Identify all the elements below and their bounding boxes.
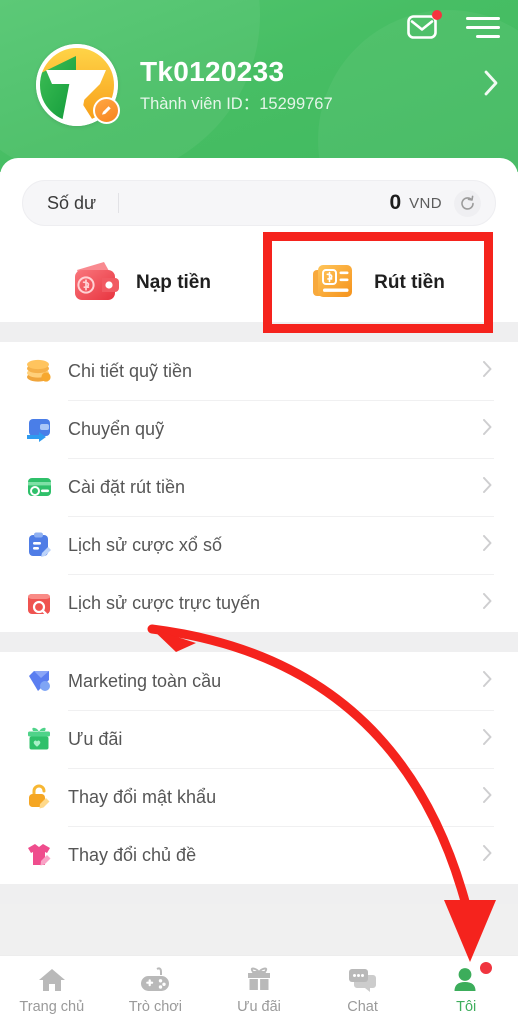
menu-item-promotions[interactable]: Ưu đãi: [24, 710, 494, 768]
menu-item-label: Cài đặt rút tiền: [68, 476, 186, 497]
app-root: Tk0120233 Thành viên ID：15299767 Số dư 0…: [0, 0, 518, 1024]
balance-currency: VND: [409, 194, 442, 212]
menu-item-lottery-history[interactable]: Lịch sử cược xổ số: [24, 516, 494, 574]
header-icon-group: [406, 10, 500, 42]
chevron-right-icon: [481, 532, 494, 559]
balance-label: Số dư: [47, 192, 97, 213]
nav-item-home[interactable]: Trang chủ: [0, 963, 104, 1015]
mail-icon[interactable]: [406, 10, 442, 42]
diamond-icon: [24, 666, 54, 696]
bank-card-icon: [24, 472, 54, 502]
profile-row[interactable]: Tk0120233 Thành viên ID：15299767: [0, 44, 518, 126]
withdraw-label: Rút tiền: [374, 272, 445, 293]
profile-text: Tk0120233 Thành viên ID：15299767: [140, 56, 476, 115]
avatar[interactable]: [36, 44, 120, 126]
edit-pencil-icon[interactable]: [93, 97, 120, 124]
nav-item-promotions[interactable]: Ưu đãi: [207, 963, 311, 1015]
chevron-right-icon: [481, 784, 494, 811]
menu-item-withdraw-settings[interactable]: Cài đặt rút tiền: [24, 458, 494, 516]
member-id-label: Thành viên ID：: [140, 94, 260, 113]
quick-actions: Nạp tiền Rút tiền: [22, 244, 496, 322]
balance-pill: Số dư 0 VND: [22, 180, 496, 226]
home-icon: [37, 963, 67, 996]
menu-item-label: Marketing toàn cầu: [68, 670, 222, 691]
menu-item-change-password[interactable]: Thay đổi mật khẩu: [24, 768, 494, 826]
gift-icon: [24, 724, 54, 754]
coins-icon: [24, 356, 54, 386]
menu-item-label: Ưu đãi: [68, 728, 123, 749]
theme-shirt-icon: [24, 840, 54, 870]
nav-label: Trò chơi: [128, 999, 183, 1015]
menu-item-label: Lịch sử cược trực tuyến: [68, 592, 261, 613]
section-gap-3: [0, 884, 518, 904]
mail-unread-badge: [432, 10, 442, 20]
chevron-right-icon: [481, 590, 494, 617]
wallet-transfer-icon: [24, 414, 54, 444]
menu-item-online-bet-history[interactable]: Lịch sử cược trực tuyến: [24, 574, 494, 632]
menu-item-label: Chi tiết quỹ tiền: [68, 360, 193, 381]
gamepad-icon: [139, 963, 171, 996]
balance-amount: 0: [389, 191, 402, 214]
nav-item-chat[interactable]: Chat: [311, 963, 415, 1015]
nav-label: Chat: [347, 999, 378, 1015]
menu-item-fund-details[interactable]: Chi tiết quỹ tiền: [24, 342, 494, 400]
person-icon: [452, 962, 493, 996]
nav-label: Ưu đãi: [237, 999, 281, 1015]
section-gap-1: [0, 322, 518, 342]
menu-item-change-theme[interactable]: Thay đổi chủ đề: [24, 826, 494, 884]
menu-item-label: Thay đổi chủ đề: [68, 844, 197, 865]
nav-badge-me: [480, 962, 493, 974]
header: Tk0120233 Thành viên ID：15299767: [0, 0, 518, 172]
menu-section-1: Chi tiết quỹ tiền Chuyển quỹ Cài đặt rút…: [0, 342, 518, 632]
withdraw-invoice-icon: [310, 258, 358, 309]
deposit-button[interactable]: Nạp tiền: [22, 244, 259, 322]
member-id-value: 15299767: [259, 94, 333, 113]
chevron-right-icon: [481, 474, 494, 501]
lottery-clipboard-icon: [24, 530, 54, 560]
gift-icon: [245, 963, 273, 996]
menu-item-global-marketing[interactable]: Marketing toàn cầu: [24, 652, 494, 710]
profile-chevron-icon[interactable]: [482, 67, 500, 104]
section-gap-2: [0, 632, 518, 652]
withdraw-button[interactable]: Rút tiền: [259, 244, 496, 322]
bottom-navigation: Trang chủ Trò chơi Ưu đãi Chat Tôi: [0, 955, 518, 1024]
menu-item-fund-transfer[interactable]: Chuyển quỹ: [24, 400, 494, 458]
menu-item-label: Lịch sử cược xổ số: [68, 534, 222, 555]
online-history-icon: [24, 588, 54, 618]
hamburger-menu-icon[interactable]: [466, 16, 500, 38]
nav-item-games[interactable]: Trò chơi: [104, 963, 208, 1015]
balance-card: Số dư 0 VND Nạp tiền Rút tiền: [0, 158, 518, 322]
menu-item-label: Chuyển quỹ: [68, 418, 165, 439]
username: Tk0120233: [140, 55, 285, 87]
deposit-label: Nạp tiền: [136, 272, 211, 293]
menu-item-label: Thay đổi mật khẩu: [68, 786, 217, 807]
member-id: Thành viên ID：15299767: [140, 95, 476, 115]
lock-icon: [24, 782, 54, 812]
nav-label: Trang chủ: [19, 999, 85, 1015]
chevron-right-icon: [481, 726, 494, 753]
chevron-right-icon: [481, 668, 494, 695]
chat-bubble-icon: [347, 963, 379, 996]
chevron-right-icon: [481, 358, 494, 385]
chevron-right-icon: [481, 842, 494, 869]
refresh-icon[interactable]: [454, 189, 481, 217]
nav-item-me[interactable]: Tôi: [414, 962, 518, 1015]
nav-label: Tôi: [456, 999, 477, 1015]
wallet-deposit-icon: [70, 258, 120, 309]
pill-divider: [118, 193, 120, 213]
chevron-right-icon: [481, 416, 494, 443]
menu-section-2: Marketing toàn cầu Ưu đãi Thay đổi mật k…: [0, 652, 518, 884]
